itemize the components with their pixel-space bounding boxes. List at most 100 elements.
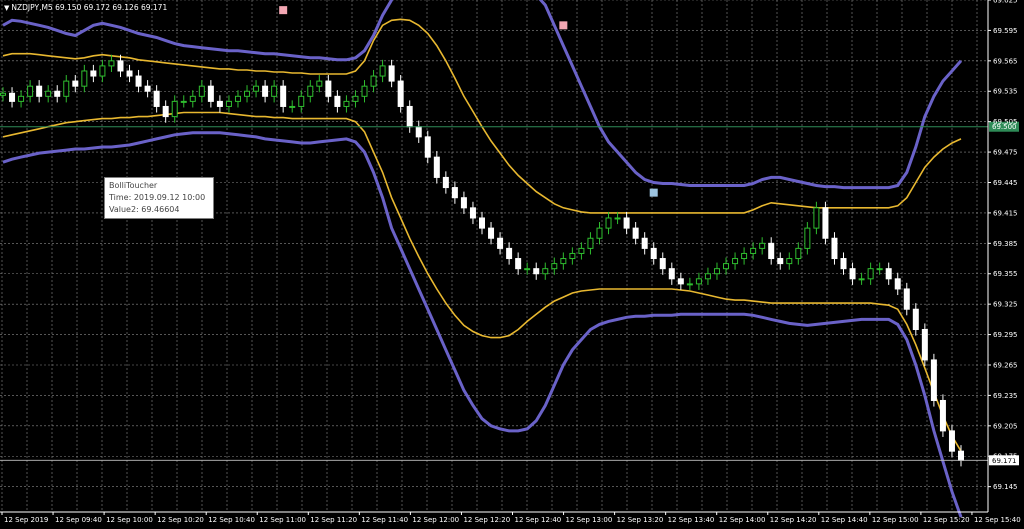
candle-body [506, 247, 513, 260]
x-tick-label: 12 Sep 2019 [4, 516, 48, 524]
x-tick-label: 12 Sep 10:20 [157, 516, 204, 524]
candle-body [578, 247, 585, 254]
y-tick-label: 69.535 [993, 88, 1018, 96]
x-tick-label: 12 Sep 11:20 [310, 516, 357, 524]
x-tick-label: 12 Sep 15:20 [923, 516, 970, 524]
x-tick-label: 12 Sep 15:00 [872, 516, 919, 524]
x-tick-label: 12 Sep 11:00 [259, 516, 306, 524]
y-tick-label: 69.385 [993, 240, 1018, 248]
candle-body [361, 85, 368, 97]
y-tick-label: 69.355 [993, 270, 1018, 278]
candle-body [442, 176, 449, 189]
x-tick-label: 12 Sep 13:00 [566, 516, 613, 524]
y-tick-label: 69.505 [993, 118, 1018, 126]
candle-body [207, 85, 214, 102]
y-tick-label: 69.145 [993, 483, 1018, 491]
candle-body [795, 247, 802, 260]
candle-body [786, 258, 793, 265]
candle-body [659, 258, 666, 270]
candle-body [605, 217, 612, 229]
candle-body [641, 237, 648, 249]
tooltip-indicator-name: BolliToucher [109, 181, 158, 190]
candle-body [587, 237, 594, 249]
signal-down-marker [649, 188, 658, 197]
candle-body [560, 258, 567, 265]
candle-body [325, 80, 332, 97]
candle-body [27, 85, 34, 97]
candle-body [343, 100, 350, 107]
candle-body [370, 75, 377, 87]
candle-body [289, 105, 296, 108]
candle-body [307, 85, 314, 97]
candle-body [406, 105, 413, 128]
candle-body [650, 247, 657, 260]
candle-body [271, 85, 278, 97]
signal-up-marker [279, 6, 288, 15]
candle-body [117, 60, 124, 72]
x-tick-label: 12 Sep 13:40 [668, 516, 715, 524]
axes: 69.625 69.595 69.565 69.535 69.505 69.475 69.4… [0, 0, 1021, 524]
candle-body [63, 80, 70, 97]
candle-body [144, 85, 151, 92]
tooltip-value: Value2: 69.46604 [109, 205, 180, 214]
candle-body [54, 90, 61, 97]
x-tick-label: 12 Sep 10:00 [106, 516, 153, 524]
candle-body [72, 80, 79, 87]
candle-body [713, 268, 720, 275]
candle-body [108, 60, 115, 67]
candle-body [614, 217, 621, 220]
candle-body [424, 136, 431, 158]
candle-body [930, 359, 937, 401]
upper-outer-band [2, 0, 963, 190]
candle-body [460, 197, 467, 209]
candle-body [958, 450, 964, 461]
y-tick-label: 69.475 [993, 149, 1018, 157]
candle-body [198, 85, 205, 97]
candle-body [262, 85, 269, 97]
candle-body [153, 90, 160, 107]
candle-body [216, 100, 223, 107]
candle-body [723, 263, 730, 270]
x-tick-label: 12 Sep 12:20 [463, 516, 510, 524]
candle-body [244, 90, 251, 97]
candle-body [849, 268, 856, 280]
candle-body [126, 70, 133, 77]
candle-body [596, 227, 603, 239]
candle-body [234, 95, 241, 102]
candle-body [180, 100, 187, 103]
candle-body [316, 80, 323, 87]
candle-body [623, 217, 630, 229]
candle-body [704, 273, 711, 280]
candle-body [524, 268, 531, 271]
grid [0, 0, 988, 512]
candle-body [352, 95, 359, 102]
candle-body [45, 90, 52, 97]
candle-body [451, 187, 458, 199]
dropdown-triangle-icon[interactable]: ▼ [4, 4, 9, 12]
candle-body [162, 105, 169, 118]
candle-body [189, 95, 196, 102]
candle-body [488, 227, 495, 239]
chart-window[interactable]: 69.500 69.171 69.625 69.595 69.565 69.535 69.… [0, 0, 1024, 529]
y-tick-label: 69.445 [993, 179, 1018, 187]
symbol-header: ▼ NZDJPY,M5 69.150 69.172 69.126 69.171 [4, 3, 167, 12]
candle-body [415, 126, 422, 138]
candle-body [732, 258, 739, 265]
candle-body [741, 252, 748, 260]
candle-body [876, 268, 883, 271]
candle-body [768, 242, 775, 260]
y-tick-label: 69.235 [993, 392, 1018, 400]
y-tick-label: 69.625 [993, 0, 1018, 5]
price-chart[interactable]: 69.50069.171 69.62569.59569.56569.53569.… [0, 0, 1024, 529]
ohlc-label: 69.150 69.172 69.126 69.171 [55, 3, 168, 12]
symbol-label: NZDJPY,M5 [11, 3, 53, 12]
x-tick-label: 12 Sep 11:40 [361, 516, 408, 524]
candle-body [81, 70, 88, 87]
candle-body [0, 92, 6, 96]
candle-body [9, 92, 16, 102]
candle-body [921, 329, 928, 361]
candle-body [858, 278, 865, 281]
candle-body [822, 207, 829, 239]
y-tick-label: 69.295 [993, 331, 1018, 339]
candle-body [569, 252, 576, 260]
